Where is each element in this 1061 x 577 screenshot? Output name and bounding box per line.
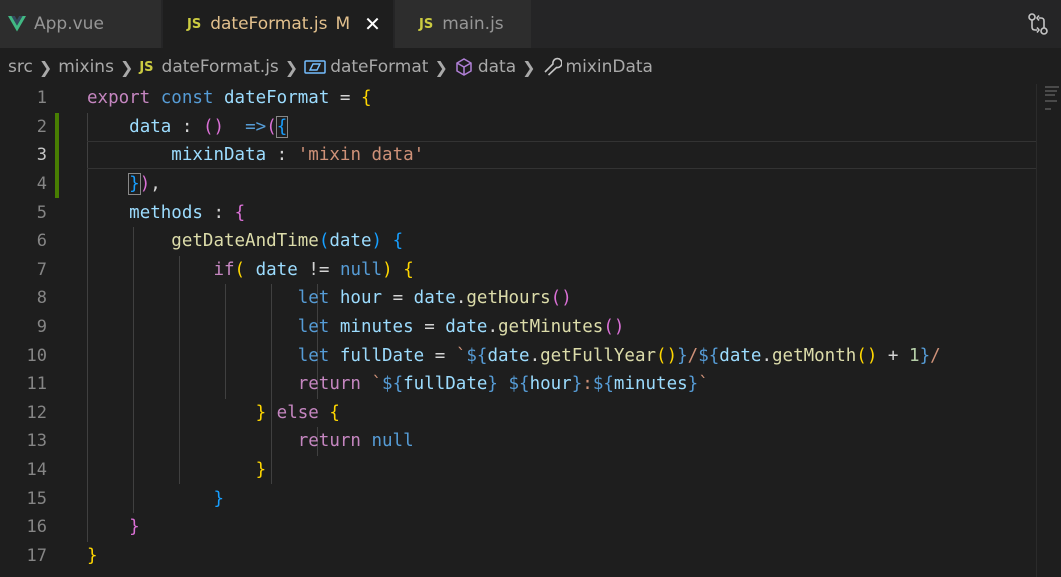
code-line-current[interactable]: 3 mixinData : 'mixin data' <box>0 141 1036 170</box>
line-number: 6 <box>36 231 47 252</box>
line-number: 5 <box>36 202 47 223</box>
breadcrumb-item-mixins[interactable]: mixins <box>58 57 114 77</box>
tab-label: App.vue <box>34 14 104 34</box>
line-number: 11 <box>26 374 47 395</box>
line-number: 7 <box>36 259 47 280</box>
code-text: } <box>129 517 140 538</box>
line-number: 8 <box>36 288 47 309</box>
code-line[interactable]: 14 } <box>0 456 1036 485</box>
code-line[interactable]: 11 return `${fullDate} ${hour}:${minutes… <box>0 370 1036 399</box>
tab-bar: App.vue JS dateFormat.js M ✕ JS main.js <box>0 0 1061 48</box>
js-icon: JS <box>187 16 202 32</box>
code-text: let minutes = date.getMinutes() <box>297 317 625 338</box>
js-icon: JS <box>419 16 434 32</box>
code-text: } <box>255 460 267 481</box>
breadcrumb: src ❯ mixins ❯ JS dateFormat.js ❯ dateFo… <box>0 48 1061 86</box>
line-number: 4 <box>36 174 47 195</box>
js-icon: JS <box>139 59 154 75</box>
code-line[interactable]: 1 export const dateFormat = { <box>0 84 1036 113</box>
line-number: 3 <box>36 145 47 166</box>
variable-icon <box>304 59 326 75</box>
close-icon[interactable]: ✕ <box>364 14 381 34</box>
line-number: 14 <box>26 460 47 481</box>
code-text: } else { <box>255 402 340 423</box>
line-number: 9 <box>36 317 47 338</box>
code-line[interactable]: 2 data : () =>({ <box>0 112 1036 142</box>
breadcrumb-item-dateformat[interactable]: dateFormat <box>330 57 428 77</box>
line-number: 2 <box>36 116 47 137</box>
code-line[interactable]: 17 } <box>0 542 1036 571</box>
code-line[interactable]: 8 let hour = date.getHours() <box>0 284 1036 313</box>
chevron-right-icon: ❯ <box>434 57 448 77</box>
minimap-line <box>1045 90 1057 92</box>
code-line[interactable]: 10 let fullDate = `${date.getFullYear()}… <box>0 341 1036 370</box>
wrench-icon <box>542 57 562 77</box>
code-line[interactable]: 6 getDateAndTime(date) { <box>0 227 1036 256</box>
code-text: let hour = date.getHours() <box>297 288 572 309</box>
line-number: 15 <box>26 488 47 509</box>
gutter-modified-marker <box>55 141 59 170</box>
tab-main-js[interactable]: JS main.js <box>395 0 532 48</box>
code-line[interactable]: 9 let minutes = date.getMinutes() <box>0 313 1036 342</box>
code-text: } <box>87 545 98 566</box>
vue-icon <box>8 16 26 32</box>
source-control-compare-icon[interactable] <box>1027 12 1049 36</box>
code-line[interactable]: 15 } <box>0 484 1036 513</box>
code-text: data : () =>({ <box>129 115 289 138</box>
chevron-right-icon: ❯ <box>119 57 134 77</box>
code-line[interactable]: 16 } <box>0 513 1036 542</box>
code-text: }), <box>128 173 161 196</box>
gutter-modified-marker <box>55 112 59 142</box>
minimap-line <box>1045 100 1057 102</box>
breadcrumb-item-file[interactable]: dateFormat.js <box>162 57 279 77</box>
line-number: 10 <box>26 345 47 366</box>
code-line[interactable]: 13 return null <box>0 427 1036 456</box>
code-text: getDateAndTime(date) { <box>171 231 404 252</box>
minimap-line <box>1045 108 1051 110</box>
line-number: 1 <box>36 88 47 109</box>
tab-app-vue[interactable]: App.vue <box>0 0 162 48</box>
tab-label: dateFormat.js <box>210 14 328 34</box>
chevron-right-icon: ❯ <box>38 57 53 77</box>
minimap[interactable] <box>1036 84 1061 577</box>
chevron-right-icon: ❯ <box>284 57 299 77</box>
code-text: methods : { <box>129 202 246 223</box>
code-text: } <box>213 488 224 509</box>
line-number: 12 <box>26 402 47 423</box>
chevron-right-icon: ❯ <box>522 57 536 77</box>
gutter-modified-marker <box>55 169 59 199</box>
breadcrumb-item-data[interactable]: data <box>478 57 516 77</box>
minimap-line <box>1045 86 1059 88</box>
code-text: return `${fullDate} ${hour}:${minutes}` <box>297 374 709 395</box>
code-line[interactable]: 4 }), <box>0 169 1036 199</box>
cube-icon <box>454 57 474 77</box>
code-text: let fullDate = `${date.getFullYear()}/${… <box>297 345 941 366</box>
code-editor[interactable]: 1 export const dateFormat = { 2 data : (… <box>0 84 1036 577</box>
modified-indicator: M <box>335 14 351 34</box>
line-number: 16 <box>26 517 47 538</box>
line-number: 17 <box>26 545 47 566</box>
tab-label: main.js <box>442 14 504 34</box>
tab-dateformat-js[interactable]: JS dateFormat.js M ✕ <box>163 0 394 48</box>
minimap-line <box>1045 94 1055 96</box>
code-text: return null <box>297 431 414 452</box>
code-text: export const dateFormat = { <box>87 88 372 109</box>
code-line[interactable]: 7 if( date != null) { <box>0 256 1036 285</box>
line-number: 13 <box>26 431 47 452</box>
breadcrumb-item-src[interactable]: src <box>8 57 33 77</box>
code-text: if( date != null) { <box>213 259 414 280</box>
code-line[interactable]: 12 } else { <box>0 399 1036 428</box>
code-text: mixinData : 'mixin data' <box>171 145 425 166</box>
code-line[interactable]: 5 methods : { <box>0 198 1036 227</box>
breadcrumb-item-mixindata[interactable]: mixinData <box>566 57 653 77</box>
